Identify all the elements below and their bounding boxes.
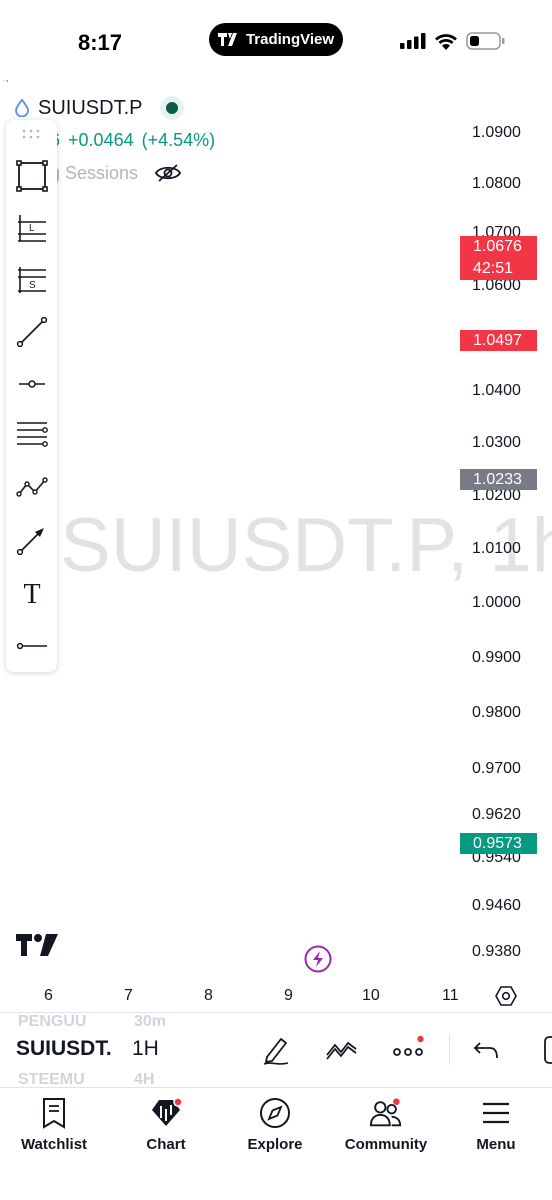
community-icon [369, 1098, 402, 1127]
price-chart[interactable]: $ [0, 80, 552, 1010]
more-dots-icon [393, 1035, 424, 1056]
nav-community[interactable]: Community [336, 1088, 436, 1168]
stop-loss-price-tag: 1.0497 [460, 330, 537, 351]
nav-label-watchlist: Watchlist [20, 1136, 88, 1153]
svg-text:L: L [29, 223, 35, 234]
time-axis-tick: 7 [124, 987, 133, 1004]
price-axis-tick: 1.0000 [472, 594, 521, 611]
ghost-interval-above: 30m [134, 1013, 167, 1030]
undo-arrow-icon [473, 1042, 498, 1059]
candle-countdown: 42:51 [473, 260, 514, 277]
nav-label-explore: Explore [247, 1136, 303, 1153]
time-axis-tick: 8 [204, 987, 213, 1004]
svg-text:S: S [29, 280, 36, 291]
price-axis-tick: 0.9800 [472, 704, 521, 721]
price-axis-tick: 0.9380 [472, 943, 521, 960]
legend-price-row: 76 +0.0464 (+4.54%) [40, 130, 215, 151]
long-position-tool-icon[interactable]: L [14, 210, 49, 245]
wifi-icon [435, 33, 457, 50]
nav-menu[interactable]: Menu [458, 1088, 534, 1168]
current-price-tag: 1.0676 42:51 [460, 236, 537, 280]
nav-label-chart: Chart [146, 1136, 186, 1153]
signal-icon [400, 33, 426, 49]
legend-change: +0.0464 [68, 130, 134, 150]
tradingview-pill: TradingView [209, 23, 343, 56]
price-axis-tick: 1.0900 [472, 124, 521, 141]
status-bar: 8:17 TradingView [0, 0, 552, 80]
tradingview-logo-icon [217, 33, 237, 46]
price-axis-tick: 1.0800 [472, 175, 521, 192]
price-axis-tick: 0.9620 [472, 806, 521, 823]
watchlist-icon [43, 1098, 65, 1129]
interval-button[interactable]: 1H [132, 1037, 159, 1061]
horizontal-ray-icon[interactable] [14, 366, 49, 401]
svg-text:T: T [23, 579, 40, 608]
quick-action-bolt-icon[interactable] [304, 945, 332, 973]
menu-icon [483, 1102, 509, 1124]
nav-label-community: Community [344, 1136, 428, 1153]
status-icons [400, 32, 506, 50]
symbol-search-button[interactable]: SUIUSDT.P [16, 1037, 112, 1061]
path-tool-icon[interactable] [14, 470, 49, 505]
short-position-tool-icon[interactable]: S [14, 262, 49, 297]
current-price: 1.0676 [473, 238, 522, 255]
drawings-button[interactable] [259, 1033, 293, 1067]
price-axis-tick: 0.9460 [472, 897, 521, 914]
nav-explore[interactable]: Explore [235, 1088, 315, 1168]
horizontal-line-icon[interactable] [14, 628, 49, 663]
time-axis-tick: 9 [284, 987, 293, 1004]
legend-sessions-row: ng Sessions [40, 162, 182, 184]
ghost-symbol-below: STEEMU [18, 1071, 85, 1088]
time-axis-tick: 10 [362, 987, 380, 1004]
rectangle-tool-icon[interactable] [14, 158, 49, 193]
exchange-drop-icon [15, 99, 29, 117]
legend-change-pct: (+4.54%) [141, 130, 216, 150]
toolbar-divider [449, 1035, 450, 1065]
battery-icon [466, 32, 505, 50]
trend-line-icon[interactable] [14, 314, 49, 349]
explore-compass-icon [260, 1098, 290, 1128]
price-axis-tick: 1.0100 [472, 540, 521, 557]
chart-icon [152, 1097, 183, 1126]
chart-settings-icon[interactable] [494, 984, 518, 1008]
nav-chart[interactable]: Chart [126, 1088, 206, 1168]
price-axis-tick: 1.0400 [472, 382, 521, 399]
price-axis-tick: 0.9900 [472, 649, 521, 666]
undo-button[interactable] [470, 1033, 504, 1067]
time-axis-tick: 6 [44, 987, 53, 1004]
status-time: 8:17 [78, 30, 123, 55]
arrow-tool-icon[interactable] [14, 522, 49, 557]
tradingview-pill-label: TradingView [245, 31, 335, 48]
drawing-toolbar: L S T [6, 120, 57, 672]
price-axis-tick: 0.9700 [472, 760, 521, 777]
entry-price-tag: 1.0233 [460, 469, 537, 490]
target-price-tag: 0.9573 [460, 833, 537, 854]
indicators-button[interactable] [325, 1033, 359, 1067]
market-open-indicator [160, 96, 185, 120]
bottom-nav: Watchlist Chart Explore Community Menu [0, 1088, 552, 1200]
ghost-interval-below: 4H [134, 1071, 155, 1088]
chart-area[interactable]: $ [0, 80, 552, 1010]
legend-symbol-row[interactable]: SUIUSDT.P [14, 96, 185, 120]
legend-symbol: SUIUSDT.P [38, 96, 143, 119]
more-options-button[interactable] [392, 1033, 426, 1067]
pen-icon [263, 1038, 289, 1065]
fullscreen-button[interactable] [530, 1033, 552, 1067]
fullscreen-bracket-icon [544, 1036, 552, 1064]
chart-toolbar: PENGUU 30m SUIUSDT.P 1H STEEMU 4H [0, 1012, 552, 1088]
fib-retracement-icon[interactable] [14, 416, 49, 451]
indicators-wave-icon [326, 1041, 357, 1060]
ghost-symbol-above: PENGUU [18, 1013, 87, 1030]
price-axis-tick: 1.0300 [472, 434, 521, 451]
toolbar-grip-icon[interactable] [21, 128, 41, 140]
nav-label-menu: Menu [476, 1136, 516, 1153]
tradingview-watermark-logo-icon [16, 934, 58, 956]
nav-watchlist[interactable]: Watchlist [14, 1088, 94, 1168]
hide-eye-icon[interactable] [154, 162, 182, 184]
time-axis-tick: 11 [442, 987, 459, 1004]
text-tool-icon[interactable]: T [14, 574, 49, 609]
